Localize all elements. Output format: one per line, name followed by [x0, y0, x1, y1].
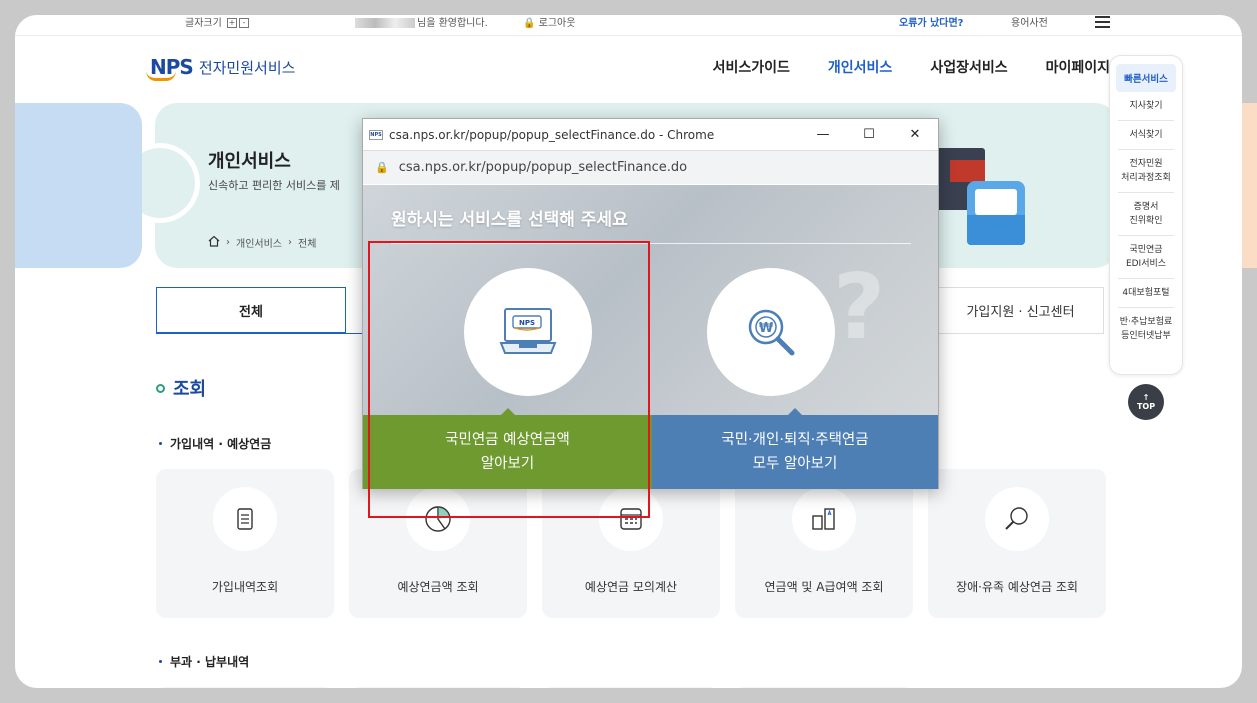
minimize-button[interactable]: —	[800, 119, 846, 150]
service-cards: 가입내역조회 예상연금액 조회 예상연금 모의계산 연금액 및 A급여액 조회 …	[156, 469, 1106, 618]
card-disability-survivor[interactable]: 장애·유족 예상연금 조회	[928, 469, 1106, 618]
card-expected-pension[interactable]: 예상연금액 조회	[349, 469, 527, 618]
popup-window: NPS csa.nps.or.kr/popup/popup_selectFina…	[362, 118, 939, 489]
document-icon	[213, 487, 277, 551]
font-minus-button[interactable]: -	[239, 18, 249, 28]
lock-icon: 🔒	[523, 18, 536, 29]
svg-text:NPS: NPS	[519, 319, 535, 327]
site-logo[interactable]: NPS 전자민원서비스	[146, 55, 296, 81]
nav-mypage[interactable]: 마이페이지	[1046, 57, 1110, 77]
card-subscription-history[interactable]: 가입내역조회	[156, 469, 334, 618]
option-expected-pension[interactable]: 국민연금 예상연금액 알아보기	[363, 408, 652, 489]
main-nav: 서비스가이드 개인서비스 사업장서비스 마이페이지	[713, 57, 1110, 77]
service-name: 전자민원서비스	[198, 58, 296, 77]
popup-headline: 원하시는 서비스를 선택해 주세요	[391, 210, 628, 230]
card-partial[interactable]	[156, 687, 334, 688]
nps-logo: NPS	[146, 55, 194, 81]
card-partial[interactable]	[542, 687, 720, 688]
quick-edi-service[interactable]: 국민연금 EDI서비스	[1118, 236, 1174, 279]
font-size-label: 글자크기	[185, 18, 222, 29]
card-partial[interactable]	[349, 687, 527, 688]
section-title: 조회	[156, 375, 206, 401]
card-partial[interactable]	[735, 687, 913, 688]
tab-all[interactable]: 전체	[156, 287, 346, 334]
font-size-control: 글자크기 + -	[185, 17, 249, 31]
decor-left	[15, 103, 142, 268]
ring-icon	[156, 383, 165, 393]
nps-favicon: NPS	[369, 129, 383, 140]
card-pension-simulation[interactable]: 예상연금 모의계산	[542, 469, 720, 618]
card-pension-a-benefit[interactable]: 연금액 및 A급여액 조회	[735, 469, 913, 618]
quick-process-status[interactable]: 전자민원 처리과정조회	[1118, 150, 1174, 193]
breadcrumb-item[interactable]: 전체	[298, 235, 316, 250]
lock-icon: 🔒	[375, 161, 389, 174]
quick-form-search[interactable]: 서식찾기	[1118, 121, 1174, 150]
home-icon[interactable]	[208, 235, 220, 250]
popup-content: ? ? 원하시는 서비스를 선택해 주세요 NPS ₩ 국민연금 예상연금액	[363, 185, 938, 489]
page-title: 개인서비스	[208, 151, 291, 172]
quick-service-panel: 빠른서비스 지사찾기 서식찾기 전자민원 처리과정조회 증명서 진위확인 국민연금 E…	[1109, 55, 1183, 375]
welcome-text: 님을 환영합니다.	[355, 17, 488, 31]
compare-icon	[792, 487, 856, 551]
svg-text:₩: ₩	[759, 321, 774, 336]
subsection-title: 부과 · 납부내역	[159, 653, 249, 670]
page-subtitle: 신속하고 편리한 서비스를 제	[208, 179, 340, 192]
font-plus-button[interactable]: +	[227, 18, 237, 28]
logout-label: 로그아웃	[538, 18, 576, 29]
quick-insurance-portal[interactable]: 4대보험포털	[1118, 279, 1174, 308]
chevron-right-icon: ›	[288, 237, 292, 248]
error-report-link[interactable]: 오류가 났다면?	[899, 17, 963, 31]
utility-bar: 글자크기 + - 님을 환영합니다. 🔒 로그아웃 오류가 났다면? 용어사전	[15, 15, 1242, 36]
pie-chart-icon	[406, 487, 470, 551]
calculator-icon	[599, 487, 663, 551]
popup-window-title: csa.nps.or.kr/popup/popup_selectFinance.…	[389, 127, 715, 142]
quick-online-payment[interactable]: 반·추납보험료 등인터넷납부	[1118, 308, 1174, 350]
question-mark-decoration: ?	[833, 255, 886, 360]
nav-business-service[interactable]: 사업장서비스	[930, 57, 1007, 77]
maximize-button[interactable]: ☐	[846, 119, 892, 150]
dictionary-link[interactable]: 용어사전	[1011, 17, 1048, 31]
envelope-illustration	[967, 181, 1025, 245]
search-icon	[985, 487, 1049, 551]
scroll-top-button[interactable]: ↑ TOP	[1128, 384, 1164, 420]
nav-service-guide[interactable]: 서비스가이드	[713, 57, 790, 77]
quick-service-title: 빠른서비스	[1116, 64, 1176, 92]
arrow-up-icon: ↑	[1142, 393, 1150, 402]
breadcrumb: › 개인서비스 › 전체	[208, 235, 316, 250]
subsection-title: 가입내역 · 예상연금	[159, 435, 271, 452]
welcome-label: 님을 환영합니다.	[417, 18, 488, 29]
user-name-redacted	[355, 18, 415, 28]
decor-right	[1242, 103, 1257, 268]
popup-address-bar[interactable]: 🔒 csa.nps.or.kr/popup/popup_selectFinanc…	[363, 150, 938, 184]
logout-link[interactable]: 🔒 로그아웃	[523, 17, 575, 31]
option-all-pensions[interactable]: 국민·개인·퇴직·주택연금 모두 알아보기	[652, 408, 938, 489]
menu-icon[interactable]	[1095, 15, 1110, 31]
close-button[interactable]: ✕	[892, 119, 938, 150]
breadcrumb-item[interactable]: 개인서비스	[236, 235, 282, 250]
laptop-icon[interactable]: NPS	[464, 268, 592, 396]
tab-registration-report[interactable]: 가입지원 · 신고센터	[937, 287, 1104, 334]
service-cards-second-row	[156, 687, 913, 688]
chevron-right-icon: ›	[226, 237, 230, 248]
popup-url: csa.nps.or.kr/popup/popup_selectFinance.…	[398, 160, 688, 175]
popup-titlebar[interactable]: NPS csa.nps.or.kr/popup/popup_selectFina…	[363, 119, 938, 150]
magnifier-won-icon[interactable]: ₩	[707, 268, 835, 396]
quick-branch-search[interactable]: 지사찾기	[1118, 92, 1174, 121]
quick-certificate-verify[interactable]: 증명서 진위확인	[1118, 193, 1174, 236]
nav-personal-service[interactable]: 개인서비스	[828, 57, 892, 77]
